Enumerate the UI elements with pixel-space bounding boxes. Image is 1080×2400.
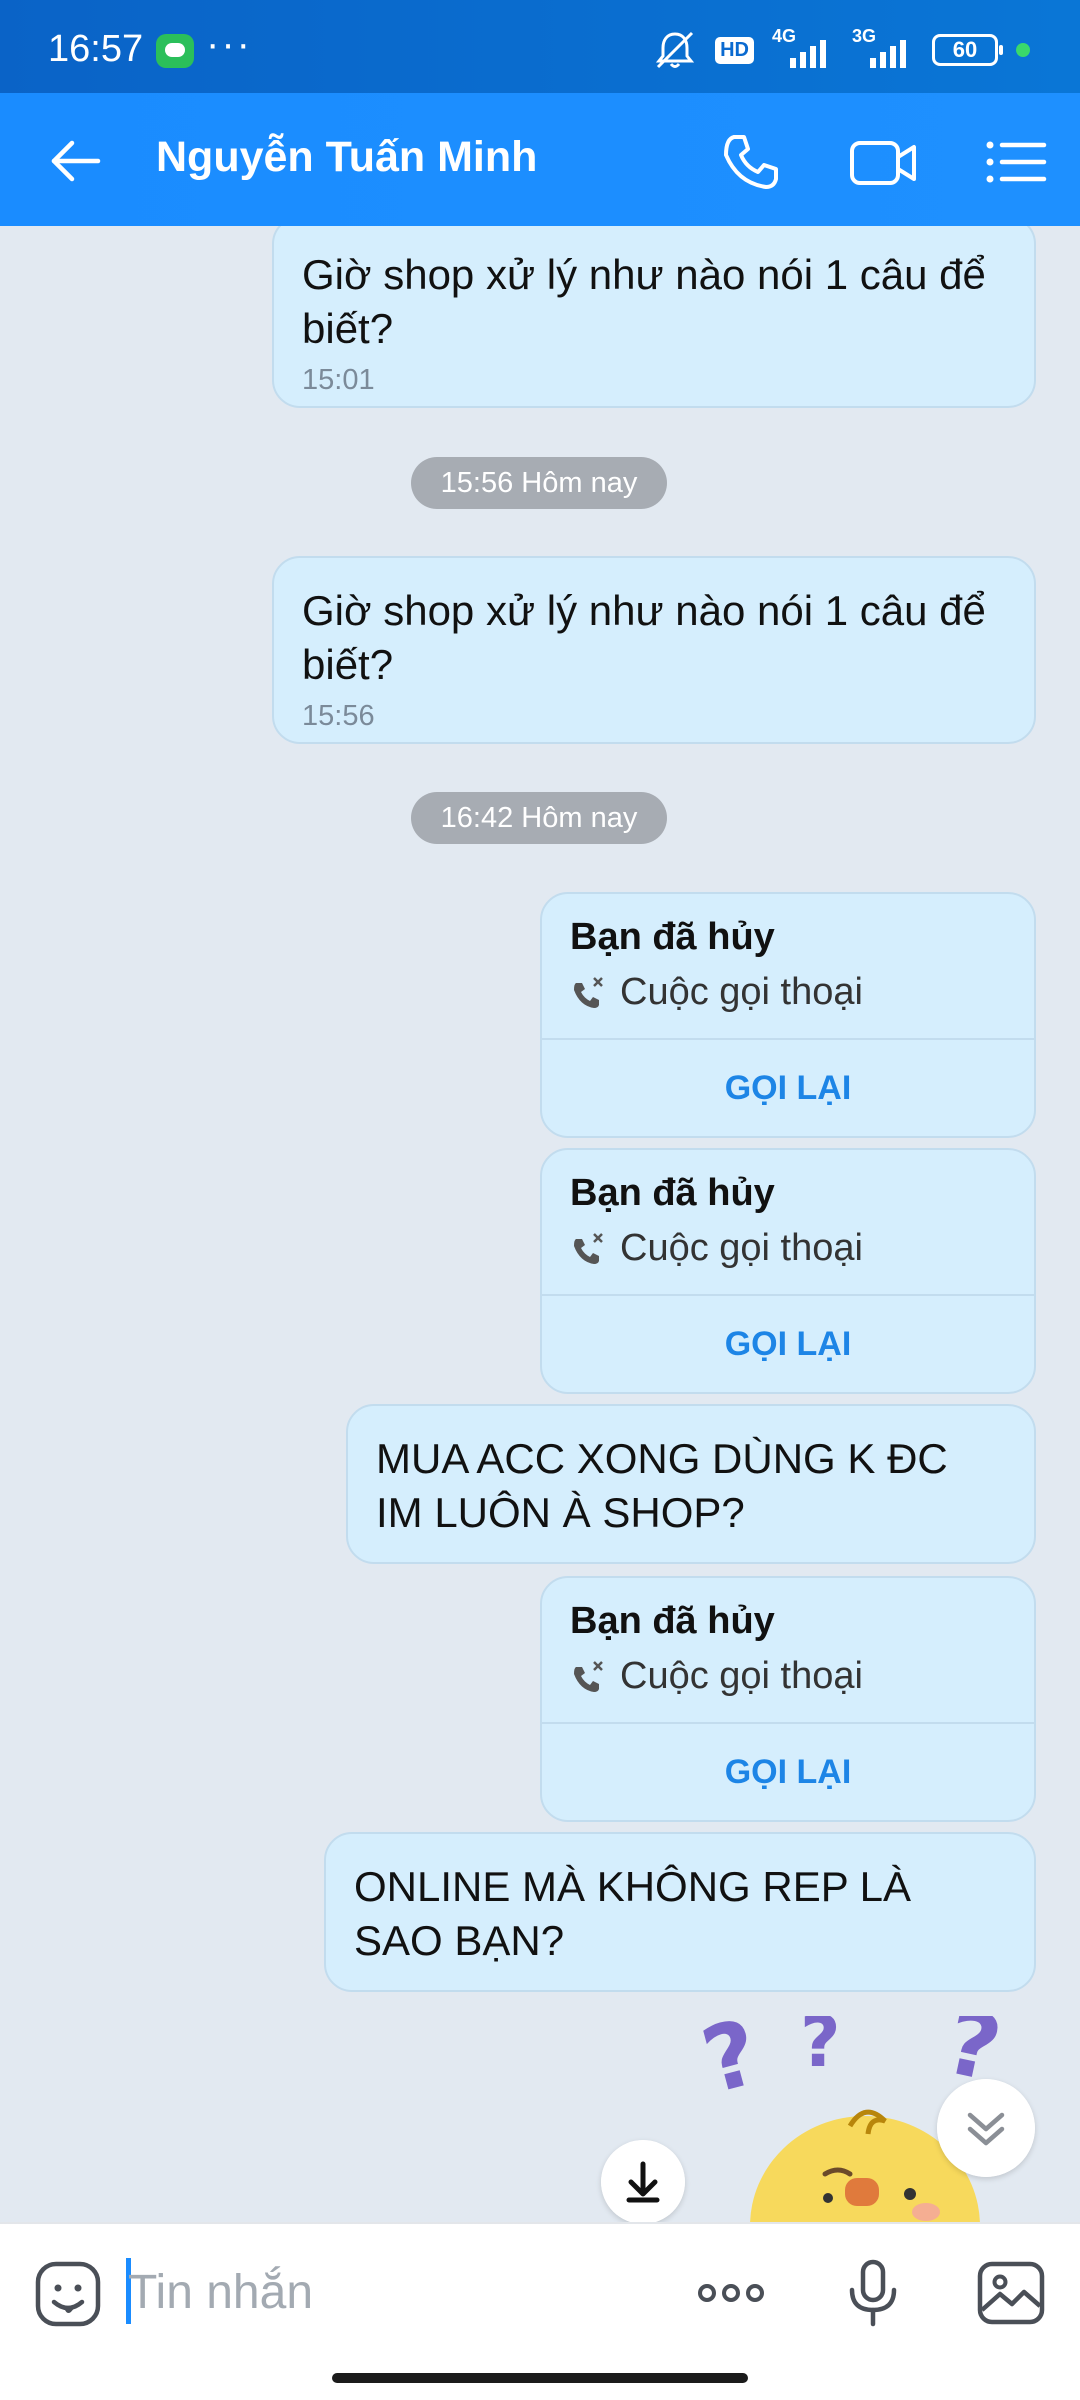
scroll-down-chevron-icon[interactable] — [937, 2079, 1035, 2177]
signal-3g-icon: 3G — [852, 26, 914, 70]
call-type: Cuộc gọi thoại — [620, 971, 863, 1013]
download-icon[interactable] — [601, 2140, 685, 2222]
hd-badge: HD — [715, 36, 754, 64]
emoji-sticker-icon[interactable] — [34, 2260, 102, 2328]
message-text: Giờ shop xử lý như nào nói 1 câu để biết… — [302, 251, 986, 352]
message-time: 15:01 — [302, 364, 375, 396]
message-bubble[interactable]: Giờ shop xử lý như nào nói 1 câu để biết… — [272, 556, 1036, 744]
status-time: 16:57 — [48, 28, 144, 70]
missed-call-icon — [574, 1660, 603, 1692]
call-status: Bạn đã hủy — [570, 1600, 775, 1642]
message-bubble[interactable]: Giờ shop xử lý như nào nói 1 câu để biết… — [272, 226, 1036, 408]
call-back-button[interactable]: GỌI LẠI — [542, 1296, 1034, 1394]
call-back-button[interactable]: GỌI LẠI — [542, 1724, 1034, 1822]
chat-header: Nguyễn Tuấn Minh — [0, 93, 1080, 226]
more-options-icon[interactable] — [696, 2258, 766, 2328]
battery-icon: 60 — [932, 34, 1003, 66]
missed-call-icon — [574, 1232, 603, 1264]
call-type: Cuộc gọi thoại — [620, 1227, 863, 1269]
menu-list-icon[interactable] — [980, 127, 1050, 197]
message-text: ONLINE MÀ KHÔNG REP LÀ SAO BẠN? — [354, 1863, 912, 1964]
message-bubble[interactable]: MUA ACC XONG DÙNG K ĐC IM LUÔN À SHOP? — [346, 1404, 1036, 1564]
missed-call-icon — [574, 976, 603, 1008]
phone-call-icon[interactable] — [716, 127, 786, 197]
svg-text:?: ? — [800, 2016, 841, 2083]
call-back-button[interactable]: GỌI LẠI — [542, 1040, 1034, 1138]
privacy-dot-icon — [1016, 43, 1030, 57]
message-input[interactable] — [128, 2252, 648, 2332]
call-card: Bạn đã hủy Cuộc gọi thoại GỌI LẠI — [540, 1148, 1036, 1394]
call-type: Cuộc gọi thoại — [620, 1655, 863, 1697]
status-icons: HD 4G 3G 60 — [653, 26, 1030, 70]
image-gallery-icon[interactable] — [976, 2258, 1046, 2328]
message-text: MUA ACC XONG DÙNG K ĐC IM LUÔN À SHOP? — [376, 1435, 948, 1536]
contact-name[interactable]: Nguyễn Tuấn Minh — [156, 133, 537, 182]
message-bubble[interactable]: ONLINE MÀ KHÔNG REP LÀ SAO BẠN? — [324, 1832, 1036, 1992]
more-notifications-icon: ··· — [206, 22, 252, 66]
time-separator: 15:56 Hôm nay — [411, 457, 667, 509]
mute-bell-icon — [655, 31, 695, 69]
message-time: 15:56 — [302, 700, 375, 732]
time-separator: 16:42 Hôm nay — [411, 792, 667, 844]
video-call-icon[interactable] — [848, 127, 918, 197]
line-app-icon — [156, 34, 194, 68]
message-text: Giờ shop xử lý như nào nói 1 câu để biết… — [302, 587, 986, 688]
message-input-bar — [0, 2222, 1080, 2400]
call-card: Bạn đã hủy Cuộc gọi thoại GỌI LẠI — [540, 1576, 1036, 1822]
call-status: Bạn đã hủy — [570, 1172, 775, 1214]
call-card: Bạn đã hủy Cuộc gọi thoại GỌI LẠI — [540, 892, 1036, 1138]
svg-text:?: ? — [700, 2016, 770, 2115]
signal-4g-icon: 4G — [772, 26, 834, 70]
microphone-icon[interactable] — [838, 2258, 908, 2328]
back-arrow-icon[interactable] — [46, 131, 106, 191]
home-indicator — [332, 2373, 748, 2383]
chat-area[interactable]: Giờ shop xử lý như nào nói 1 câu để biết… — [0, 226, 1080, 2222]
call-status: Bạn đã hủy — [570, 916, 775, 958]
status-bar: 16:57 ··· HD 4G 3G 60 — [0, 0, 1080, 93]
